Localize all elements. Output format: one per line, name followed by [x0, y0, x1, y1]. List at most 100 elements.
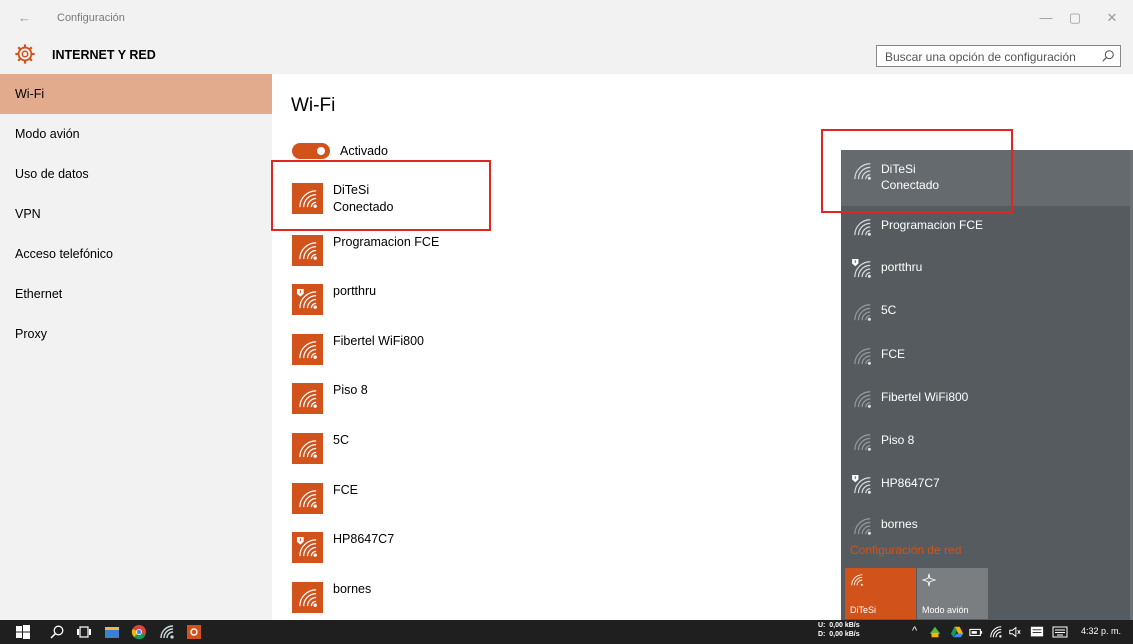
- wifi-icon: [854, 518, 871, 535]
- sidebar-item-ethernet[interactable]: Ethernet: [0, 274, 272, 314]
- wifi-warning-icon: [296, 536, 317, 557]
- notification-icon[interactable]: [1030, 625, 1044, 639]
- network-item[interactable]: Fibertel WiFi800: [292, 334, 552, 374]
- network-tile: [292, 532, 323, 563]
- wifi-icon: [299, 589, 317, 607]
- network-item[interactable]: bornes: [292, 582, 552, 622]
- wifi-warning-icon: [296, 288, 317, 309]
- wifi-icon: [854, 163, 871, 180]
- network-name: DiTeSi: [333, 183, 370, 197]
- gear-icon: [15, 44, 35, 64]
- network-tile: [292, 483, 323, 514]
- quick-action-wifi[interactable]: DiTeSi: [845, 568, 916, 619]
- wifi-app-icon[interactable]: [159, 624, 175, 640]
- quick-action-airplane[interactable]: Modo avión: [917, 568, 988, 619]
- section-title: INTERNET Y RED: [52, 48, 156, 62]
- chrome-icon[interactable]: [131, 624, 147, 640]
- network-tile: [292, 284, 323, 315]
- window-title: Configuración: [57, 12, 125, 24]
- network-name: Piso 8: [881, 433, 915, 447]
- wifi-icon: [299, 490, 317, 508]
- network-item[interactable]: DiTeSi Conectado: [292, 183, 552, 223]
- wifi-toggle-label: Activado: [340, 144, 388, 158]
- wifi-warning-icon: [852, 259, 871, 278]
- network-name: Piso 8: [333, 383, 368, 397]
- network-status: Conectado: [333, 200, 394, 214]
- search-input[interactable]: [883, 49, 1092, 65]
- sidebar: Wi-Fi Modo avión Uso de datos VPN Acceso…: [0, 74, 272, 620]
- wifi-icon: [854, 219, 871, 236]
- network-name: FCE: [881, 347, 905, 361]
- google-drive-icon[interactable]: [950, 625, 964, 639]
- flyout-network-item[interactable]: bornes: [841, 505, 1130, 545]
- flyout-network-item[interactable]: Programacion FCE: [841, 206, 1130, 246]
- network-name: Programacion FCE: [333, 235, 440, 249]
- keyboard-icon[interactable]: [1052, 625, 1068, 639]
- flyout-network-item[interactable]: HP8647C7: [841, 464, 1130, 504]
- network-name: DiTeSi: [881, 162, 916, 176]
- wifi-icon: [854, 348, 871, 365]
- task-view-icon[interactable]: [76, 624, 92, 640]
- network-status: Conectado: [881, 178, 940, 192]
- title-bar: ← Configuración — ▢ ✕: [0, 0, 1133, 36]
- minimize-button[interactable]: —: [1036, 10, 1056, 25]
- network-item[interactable]: Programacion FCE: [292, 235, 552, 275]
- network-item[interactable]: portthru: [292, 284, 552, 324]
- battery-icon[interactable]: [969, 625, 983, 639]
- wifi-warning-icon: [852, 475, 871, 494]
- restore-button[interactable]: ▢: [1065, 10, 1085, 26]
- wifi-toggle[interactable]: [292, 143, 330, 159]
- file-explorer-icon[interactable]: [104, 624, 120, 640]
- wifi-icon: [299, 341, 317, 359]
- search-box[interactable]: [876, 45, 1121, 67]
- sidebar-item-wifi[interactable]: Wi-Fi: [0, 74, 272, 114]
- network-name: Programacion FCE: [881, 218, 984, 232]
- network-name: bornes: [333, 582, 372, 596]
- sidebar-item-airplane-mode[interactable]: Modo avión: [0, 114, 272, 154]
- network-item[interactable]: FCE: [292, 483, 552, 523]
- sidebar-item-vpn[interactable]: VPN: [0, 194, 272, 234]
- close-button[interactable]: ✕: [1102, 10, 1122, 26]
- flyout-network-item[interactable]: Fibertel WiFi800: [841, 378, 1130, 418]
- network-item[interactable]: HP8647C7: [292, 532, 552, 572]
- wifi-tray-icon[interactable]: [989, 625, 1003, 639]
- flyout-network-item[interactable]: Piso 8: [841, 421, 1130, 461]
- network-name: FCE: [333, 483, 358, 497]
- search-icon[interactable]: [1101, 49, 1115, 63]
- network-tile: [292, 582, 323, 613]
- network-settings-link[interactable]: Configuración de red: [850, 543, 961, 557]
- network-item[interactable]: 5C: [292, 433, 552, 473]
- search-icon[interactable]: [49, 624, 65, 640]
- sidebar-item-proxy[interactable]: Proxy: [0, 314, 272, 354]
- network-tile: [292, 235, 323, 266]
- quick-action-label: DiTeSi: [850, 605, 877, 615]
- wifi-icon: [299, 390, 317, 408]
- network-name: 5C: [881, 303, 897, 317]
- network-name: Fibertel WiFi800: [881, 390, 969, 404]
- chevron-up-icon[interactable]: ^: [912, 625, 917, 637]
- airplane-icon: [922, 573, 936, 587]
- back-button[interactable]: ←: [18, 10, 31, 25]
- speaker-icon[interactable]: [1008, 625, 1022, 639]
- flyout-network-item[interactable]: FCE: [841, 335, 1130, 375]
- settings-app-icon[interactable]: [186, 624, 202, 640]
- network-item[interactable]: Piso 8: [292, 383, 552, 423]
- wifi-icon: [854, 304, 871, 321]
- wifi-icon: [851, 574, 863, 586]
- sidebar-item-dial-up[interactable]: Acceso telefónico: [0, 234, 272, 274]
- wifi-icon: [299, 440, 317, 458]
- upload-speed: 0,00 kB/s: [829, 622, 860, 629]
- download-label: D:: [818, 630, 826, 638]
- page-title: Wi-Fi: [291, 95, 336, 116]
- flyout-network-item[interactable]: 5C: [841, 291, 1130, 331]
- network-name: 5C: [333, 433, 349, 447]
- flyout-network-item[interactable]: DiTeSi Conectado: [841, 150, 1130, 206]
- network-tile: [292, 183, 323, 214]
- tray-app-icon[interactable]: [928, 625, 942, 639]
- network-name: HP8647C7: [333, 532, 395, 546]
- sidebar-item-data-usage[interactable]: Uso de datos: [0, 154, 272, 194]
- windows-start-icon[interactable]: [15, 624, 31, 640]
- clock[interactable]: 4:32 p. m.: [1081, 626, 1121, 636]
- network-name: portthru: [881, 260, 923, 274]
- flyout-network-item[interactable]: portthru: [841, 248, 1130, 288]
